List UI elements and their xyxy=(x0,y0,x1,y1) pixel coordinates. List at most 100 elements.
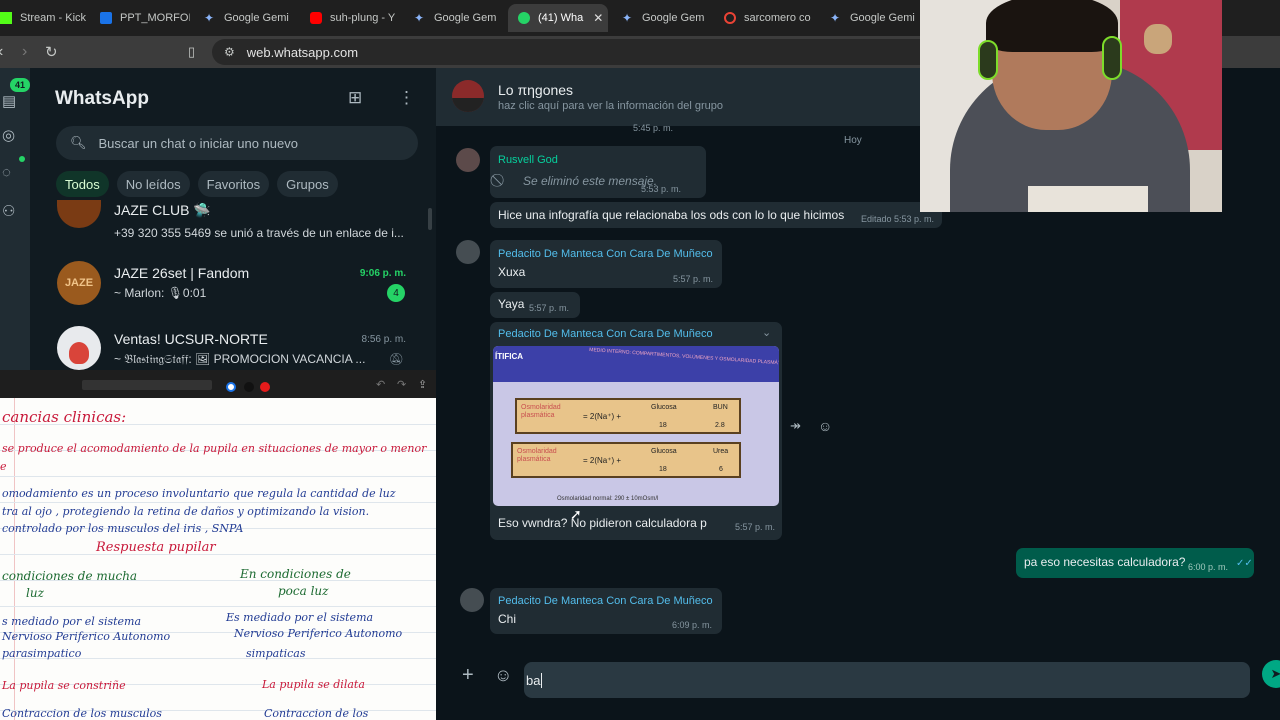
reload-icon[interactable]: ↻ xyxy=(45,43,58,61)
tab-google-search[interactable]: sarcomero co xyxy=(724,4,820,32)
new-chat-icon[interactable]: ⊞ xyxy=(348,88,362,108)
app-title: WhatsApp xyxy=(55,88,149,109)
formula-label: Osmolaridad plasmática xyxy=(517,448,557,463)
chat-preview: ~ Marlon: 🎙0:01 xyxy=(114,286,207,300)
note-line: poca luz xyxy=(278,584,329,598)
unread-count: 4 xyxy=(387,284,405,302)
formula-term: Glucosa xyxy=(651,404,677,411)
attach-plus-icon[interactable]: + xyxy=(462,664,474,687)
attached-image[interactable]: ÍTIFICA MEDIO INTERNO: COMPARTIMENTOS, V… xyxy=(493,346,779,506)
chats-icon[interactable]: ▤ xyxy=(2,92,20,110)
search-input[interactable]: 🔍︎ Buscar un chat o iniciar uno nuevo xyxy=(56,126,418,160)
filter-todos[interactable]: Todos xyxy=(56,171,109,197)
tab-gemini-1[interactable]: ✦ Google Gemi xyxy=(204,4,296,32)
tab-gemini-2[interactable]: ✦ Google Gem xyxy=(414,4,506,32)
formula-equation: = 2(Na⁺) + xyxy=(583,456,622,465)
message-text: Yaya xyxy=(498,297,525,311)
tab-youtube[interactable]: suh-plung - Y xyxy=(310,4,400,32)
note-line: En condiciones de xyxy=(240,567,351,581)
note-line: omodamiento es un proceso involuntario q… xyxy=(2,487,396,500)
undo-icon[interactable]: ↶ xyxy=(376,378,385,391)
outgoing-message-bubble[interactable]: pa eso necesitas calculadora? 6:00 p. m.… xyxy=(1016,548,1254,578)
message-text: Xuxa xyxy=(498,265,526,279)
note-line: se produce el acomodamiento de la pupila… xyxy=(2,442,427,455)
message-text: Hice una infografía que relacionaba los … xyxy=(498,208,845,222)
message-bubble[interactable]: Rusvell God ⃠ Se eliminó este mensaje. 5… xyxy=(490,146,706,198)
color-blue-icon[interactable] xyxy=(226,382,236,392)
bookmark-icon[interactable]: ▯ xyxy=(188,44,195,60)
chat-list-panel: WhatsApp ⊞ ⋮ 🔍︎ Buscar un chat o iniciar… xyxy=(30,68,436,370)
sender-name: Rusvell God xyxy=(498,154,558,166)
group-subtitle: haz clic aquí para ver la información de… xyxy=(498,100,724,112)
note-line: condiciones de mucha xyxy=(2,569,138,583)
communities-icon[interactable]: ⚇ xyxy=(2,202,20,220)
image-footer-text: Osmolaridad normal: 290 ± 10mOsm/l xyxy=(557,496,659,502)
chevron-down-icon[interactable]: ⌄ xyxy=(762,326,771,339)
chat-name: JAZE CLUB 🛸 xyxy=(114,202,211,218)
formula-denominator: 2.8 xyxy=(715,422,725,429)
note-subheading: Respuesta pupilar xyxy=(96,540,216,555)
sticker-icon[interactable]: ☺ xyxy=(494,665,512,686)
pen-tray-icon[interactable] xyxy=(82,380,212,390)
avatar xyxy=(57,200,101,228)
share-icon[interactable]: ⇪ xyxy=(418,378,427,391)
menu-icon[interactable]: ⋮ xyxy=(398,88,415,108)
message-bubble[interactable]: Hice una infografía que relacionaba los … xyxy=(490,202,942,228)
handwritten-notes: cancias clinicas: se produce el acomodam… xyxy=(0,398,458,720)
filter-favoritos[interactable]: Favoritos xyxy=(197,171,270,197)
avatar[interactable] xyxy=(456,240,480,264)
send-icon: ➤ xyxy=(1270,666,1280,681)
hair xyxy=(986,0,1118,52)
color-red-icon[interactable] xyxy=(260,382,270,392)
tab-gemini-4[interactable]: ✦ Google Gemi xyxy=(830,4,918,32)
tab-label: sarcomero co xyxy=(744,12,811,24)
message-bubble[interactable]: Yaya 5:57 p. m. xyxy=(490,292,580,318)
muted-icon: 🔕︎ xyxy=(388,352,404,366)
kick-icon xyxy=(0,12,12,24)
tab-label: Google Gemi xyxy=(850,12,915,24)
ruled-line xyxy=(0,476,458,477)
formula-denominator: 18 xyxy=(659,466,667,473)
tab-gemini-3[interactable]: ✦ Google Gem xyxy=(622,4,714,32)
message-bubble[interactable]: Pedacito De Manteca Con Cara De Muñeco X… xyxy=(490,240,722,288)
chat-item-jaze-26set[interactable]: JAZE JAZE 26set | Fandom ~ Marlon: 🎙0:01… xyxy=(30,258,436,320)
conversation-header[interactable]: Lo πηgones haz clic aquí para ver la inf… xyxy=(436,68,921,126)
group-avatar[interactable] xyxy=(452,80,484,112)
avatar xyxy=(57,326,101,370)
formula-term: Urea xyxy=(713,448,729,455)
tab-ppt[interactable]: PPT_MORFOI xyxy=(100,4,190,32)
search-placeholder: Buscar un chat o iniciar uno nuevo xyxy=(98,135,298,151)
chat-item-jaze-club[interactable]: JAZE CLUB 🛸 +39 320 355 5469 se unió a t… xyxy=(30,200,436,262)
tab-label: Google Gem xyxy=(434,12,497,24)
tab-whatsapp[interactable]: (41) Wha ✕ xyxy=(508,4,608,32)
color-black-icon[interactable] xyxy=(244,382,254,392)
forward-icon[interactable]: › xyxy=(22,43,27,61)
avatar[interactable] xyxy=(460,588,484,612)
channels-icon[interactable]: ◌ xyxy=(2,164,20,181)
chat-list-scrollbar[interactable] xyxy=(428,208,432,230)
tab-stream-kick[interactable]: Stream - Kick xyxy=(0,4,92,32)
address-bar[interactable]: ⚙ web.whatsapp.com xyxy=(212,39,952,65)
chat-preview: ~ 𝔅𝔩𝔞𝔰𝔱𝔦𝔫𝔤𝔖𝔱𝔞𝔣𝔣: 🖼 PROMOCION VACANCIA ..… xyxy=(114,352,366,366)
back-icon[interactable]: ‹ xyxy=(0,43,3,61)
site-info-icon[interactable]: ⚙ xyxy=(224,45,235,59)
chat-preview: +39 320 355 5469 se unió a través de un … xyxy=(114,226,404,240)
google-icon xyxy=(724,12,736,24)
emoji-react-icon[interactable]: ☺ xyxy=(818,418,832,434)
gemini-icon: ✦ xyxy=(204,11,215,25)
filter-no-leidos[interactable]: No leídos xyxy=(116,171,190,197)
forward-icon[interactable]: ↠ xyxy=(790,418,801,434)
filter-grupos[interactable]: Grupos xyxy=(277,171,338,197)
avatar[interactable] xyxy=(456,148,480,172)
redo-icon[interactable]: ↷ xyxy=(397,378,406,391)
formula-label: Osmolaridad plasmática xyxy=(521,404,561,419)
close-tab-icon[interactable]: ✕ xyxy=(593,11,603,25)
message-time: 5:53 p. m. xyxy=(641,184,682,194)
sender-name: Pedacito De Manteca Con Cara De Muñeco xyxy=(498,328,713,340)
mouse-cursor-icon: ➚ xyxy=(570,506,582,522)
message-bubble[interactable]: Pedacito De Manteca Con Cara De Muñeco C… xyxy=(490,588,722,634)
message-input[interactable]: ba xyxy=(524,662,1250,698)
status-icon[interactable]: ◎ xyxy=(2,126,20,144)
note-line: tra al ojo , protegiendo la retina de da… xyxy=(2,505,370,518)
url-text: web.whatsapp.com xyxy=(246,44,359,60)
